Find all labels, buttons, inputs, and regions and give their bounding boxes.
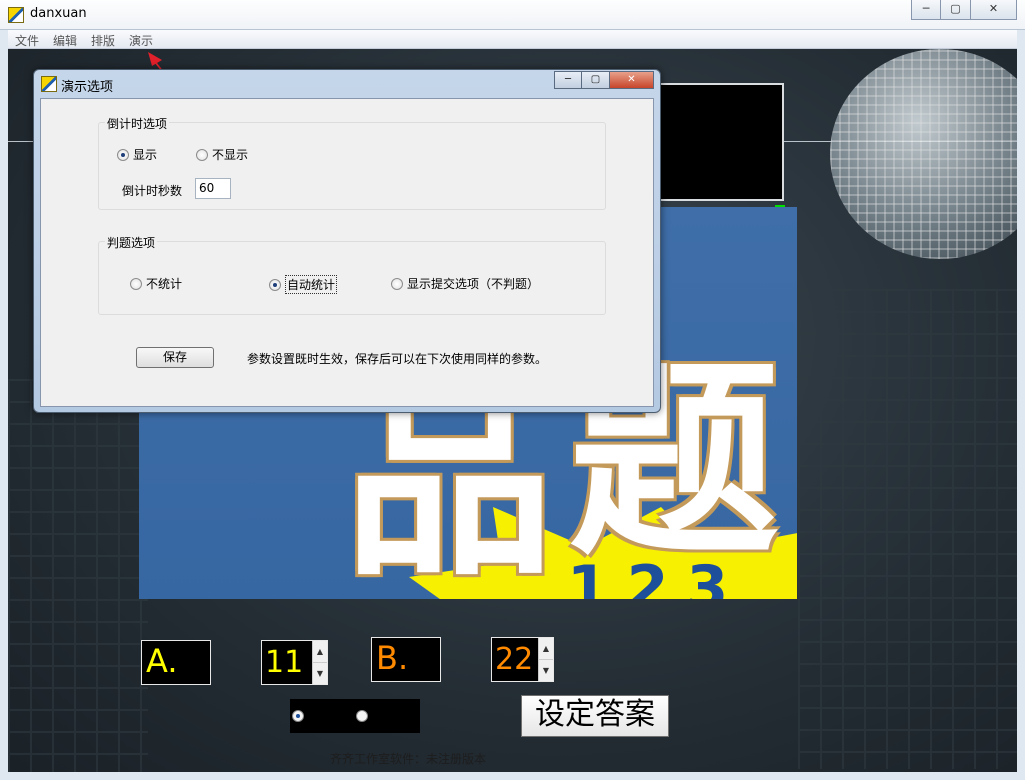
background-pattern xyxy=(798,289,1017,769)
menu-file[interactable]: 文件 xyxy=(8,30,46,48)
set-answer-button[interactable]: 设定答案 xyxy=(521,695,669,737)
radio-checked-icon[interactable] xyxy=(269,278,281,291)
dialog-body: 倒计时选项 显示 不显示 倒计时秒数 60 判题选项 不统计 自动统计 显示提交… xyxy=(40,98,654,407)
stepper-arrows: ▲ ▼ xyxy=(312,641,327,684)
app-icon xyxy=(8,7,24,23)
judge-options-group: 判题选项 不统计 自动统计 显示提交选项（不判题） xyxy=(98,234,606,315)
menu-edit[interactable]: 编辑 xyxy=(46,30,84,48)
option-a-value[interactable]: 11 xyxy=(265,643,303,683)
no-stats-label: 不统计 xyxy=(146,277,183,291)
show-submit-label: 显示提交选项（不判题） xyxy=(407,277,540,291)
auto-stats-radio[interactable]: 自动统计 xyxy=(269,275,338,294)
window-title: danxuan xyxy=(30,6,87,21)
dialog-window-controls: ─ ▢ ✕ xyxy=(554,71,654,89)
no-stats-radio[interactable]: 不统计 xyxy=(130,275,182,292)
stepper-up-icon[interactable]: ▲ xyxy=(539,638,553,659)
countdown-show-radio[interactable]: 显示 xyxy=(117,146,157,163)
minimize-button[interactable]: ─ xyxy=(911,0,941,20)
auto-stats-label: 自动统计 xyxy=(285,275,338,294)
countdown-display[interactable] xyxy=(648,83,784,201)
radio-unchecked-icon[interactable] xyxy=(196,148,208,161)
save-button[interactable]: 保存 xyxy=(136,347,214,368)
countdown-show-label: 显示 xyxy=(133,148,158,162)
dialog-close-button[interactable]: ✕ xyxy=(610,71,654,89)
background-pattern xyxy=(8,379,148,772)
judge-group-label: 判题选项 xyxy=(105,234,158,251)
dialog-app-icon xyxy=(41,76,57,92)
option-b-label: B. xyxy=(371,637,441,682)
show-submit-radio[interactable]: 显示提交选项（不判题） xyxy=(391,275,539,292)
answer-radio-strip xyxy=(290,699,420,733)
footer-note: 齐齐工作室软件：未注册版本 xyxy=(329,752,486,766)
settings-hint: 参数设置既时生效，保存后可以在下次使用同样的参数。 xyxy=(247,352,548,366)
countdown-hide-label: 不显示 xyxy=(212,148,249,162)
globe-image xyxy=(830,49,1017,259)
menu-presentation[interactable]: 演示 xyxy=(122,30,160,48)
radio-unchecked-icon[interactable] xyxy=(130,277,142,290)
stepper-down-icon[interactable]: ▼ xyxy=(313,662,327,683)
answer-radio-a[interactable] xyxy=(292,710,304,722)
option-a-stepper[interactable]: 11 ▲ ▼ xyxy=(261,640,328,685)
countdown-hide-radio[interactable]: 不显示 xyxy=(196,146,248,163)
dialog-maximize-button[interactable]: ▢ xyxy=(582,71,610,89)
stepper-down-icon[interactable]: ▼ xyxy=(539,659,553,680)
countdown-group-label: 倒计时选项 xyxy=(105,115,170,132)
answer-radio-b[interactable] xyxy=(356,710,368,722)
dialog-minimize-button[interactable]: ─ xyxy=(554,71,582,89)
maximize-button[interactable]: ▢ xyxy=(941,0,971,20)
option-b-stepper[interactable]: 22 ▲ ▼ xyxy=(491,637,554,682)
menu-layout[interactable]: 排版 xyxy=(84,30,122,48)
option-b-value[interactable]: 22 xyxy=(495,640,533,680)
stepper-up-icon[interactable]: ▲ xyxy=(313,641,327,662)
close-button[interactable]: ✕ xyxy=(971,0,1017,20)
presentation-options-dialog: 演示选项 ─ ▢ ✕ 倒计时选项 显示 不显示 倒计时秒数 60 判题选项 不统… xyxy=(33,69,661,413)
title-bar: danxuan ─ ▢ ✕ xyxy=(0,0,1025,30)
menu-bar: 文件 编辑 排版 演示 xyxy=(8,30,1017,49)
radio-unchecked-icon[interactable] xyxy=(391,277,403,290)
countdown-seconds-input[interactable]: 60 xyxy=(195,178,231,199)
radio-checked-icon[interactable] xyxy=(117,148,129,161)
stepper-arrows: ▲ ▼ xyxy=(538,638,553,681)
countdown-options-group: 倒计时选项 显示 不显示 倒计时秒数 60 xyxy=(98,115,606,210)
picture-digits: 123 xyxy=(567,553,747,599)
dialog-title: 演示选项 xyxy=(61,80,114,95)
countdown-seconds-label: 倒计时秒数 xyxy=(122,184,183,198)
option-a-label: A. xyxy=(141,640,211,685)
window-controls: ─ ▢ ✕ xyxy=(911,0,1017,20)
